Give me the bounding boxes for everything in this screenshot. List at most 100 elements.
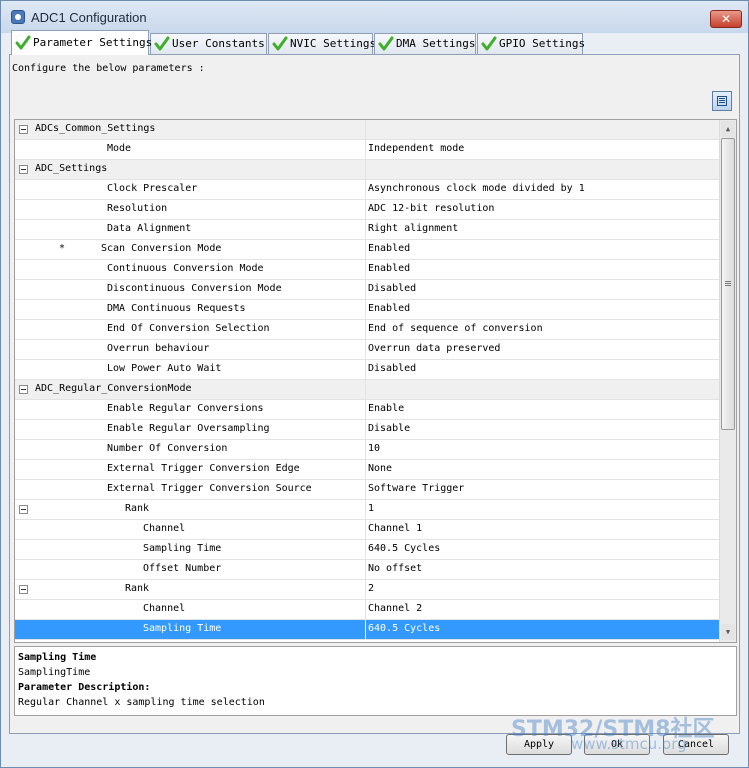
parameter-name: End Of Conversion Selection (107, 323, 270, 334)
title-bar: ADC1 Configuration ✕ (1, 1, 748, 33)
tab-user-constants[interactable]: User Constants (150, 33, 267, 54)
parameter-value[interactable]: Enabled (368, 263, 410, 274)
parameter-value[interactable]: Software Trigger (368, 483, 464, 494)
parameter-value[interactable]: Disable (368, 423, 410, 434)
parameter-name: Rank (125, 503, 150, 514)
tree-param-row[interactable]: Resolution ADC 12-bit resolution (15, 200, 719, 220)
tree-param-row[interactable]: Discontinuous Conversion Mode Disabled (15, 280, 719, 300)
tree-param-row[interactable]: Rank 1 (15, 500, 719, 520)
collapse-icon[interactable] (19, 585, 28, 594)
tree-param-row[interactable]: End Of Conversion Selection End of sequen… (15, 320, 719, 340)
tree-param-row[interactable]: Channel Channel 1 (15, 520, 719, 540)
scroll-down-icon[interactable]: ▼ (721, 624, 735, 640)
view-mode-button[interactable] (712, 91, 732, 111)
parameter-value[interactable]: Channel 1 (368, 523, 422, 534)
parameter-name: ADCs_Common_Settings (35, 123, 156, 134)
name-cell: Enable Regular Conversions (15, 400, 366, 419)
tab-nvic-settings[interactable]: NVIC Settings (268, 33, 377, 54)
parameter-value[interactable]: 2 (368, 583, 374, 594)
parameter-value[interactable]: No offset (368, 563, 422, 574)
parameter-value[interactable]: Disabled (368, 363, 416, 374)
parameter-value[interactable]: Disabled (368, 283, 416, 294)
parameter-name: Discontinuous Conversion Mode (107, 283, 282, 294)
close-button[interactable]: ✕ (710, 10, 742, 28)
check-icon (272, 36, 288, 51)
tree-param-row[interactable]: Enable Regular Oversampling Disable (15, 420, 719, 440)
parameter-value[interactable]: Enabled (368, 243, 410, 254)
tree-param-row[interactable]: External Trigger Conversion Edge None (15, 460, 719, 480)
tree-param-row[interactable]: Mode Independent mode (15, 140, 719, 160)
parameter-value[interactable]: 1 (368, 503, 374, 514)
parameter-name: Clock Prescaler (107, 183, 198, 194)
scroll-up-icon[interactable]: ▲ (721, 121, 735, 137)
parameter-value[interactable]: Enabled (368, 303, 410, 314)
tab-label: DMA Settings (396, 37, 476, 50)
tree-param-row[interactable]: Clock Prescaler Asynchronous clock mode d… (15, 180, 719, 200)
tree-param-row[interactable]: Offset Number No offset (15, 560, 719, 580)
parameter-value[interactable]: 10 (368, 443, 380, 454)
description-id: SamplingTime (18, 667, 91, 678)
tree-param-row[interactable]: Channel Channel 2 (15, 600, 719, 620)
name-cell: Clock Prescaler (15, 180, 366, 199)
adc1-configuration-dialog: ADC1 Configuration ✕ Parameter Settings U… (0, 0, 749, 768)
name-cell: Discontinuous Conversion Mode (15, 280, 366, 299)
tab-dma-settings[interactable]: DMA Settings (374, 33, 476, 54)
name-cell: External Trigger Conversion Edge (15, 460, 366, 479)
parameter-name: Resolution (107, 203, 168, 214)
parameter-value[interactable]: 640.5 Cycles (368, 543, 440, 554)
collapse-icon[interactable] (19, 505, 28, 514)
collapse-icon[interactable] (19, 165, 28, 174)
tree-param-row[interactable]: * Scan Conversion Mode Enabled (15, 240, 719, 260)
tree-group-row[interactable]: ADC_Settings (15, 160, 719, 180)
name-cell: Continuous Conversion Mode (15, 260, 366, 279)
name-cell: External Trigger Conversion Source (15, 480, 366, 499)
tree-param-row[interactable]: Data Alignment Right alignment (15, 220, 719, 240)
tab-parameter-settings[interactable]: Parameter Settings (11, 30, 152, 55)
tree-param-row[interactable]: Sampling Time 640.5 Cycles (15, 540, 719, 560)
app-icon (11, 10, 25, 24)
parameter-name: Overrun behaviour (107, 343, 210, 354)
parameter-value[interactable]: Enable (368, 403, 404, 414)
tree-param-row[interactable]: External Trigger Conversion Source Softwa… (15, 480, 719, 500)
parameter-value[interactable]: Overrun data preserved (368, 343, 500, 354)
parameter-name: Enable Regular Conversions (107, 403, 264, 414)
parameter-value[interactable]: 640.5 Cycles (368, 623, 440, 634)
name-cell: Channel (15, 520, 366, 539)
parameter-value[interactable]: None (368, 463, 392, 474)
tree-param-row[interactable]: Rank 2 (15, 580, 719, 600)
tree-param-row[interactable]: Enable Regular Conversions Enable (15, 400, 719, 420)
parameter-value[interactable]: ADC 12-bit resolution (368, 203, 494, 214)
name-cell: ADC_Settings (15, 160, 366, 179)
tree-group-row[interactable]: ADCs_Common_Settings (15, 120, 719, 140)
tree-param-row[interactable]: Number Of Conversion 10 (15, 440, 719, 460)
vertical-scrollbar[interactable]: ▲ ▼ (719, 120, 736, 642)
tree-param-row[interactable]: Overrun behaviour Overrun data preserved (15, 340, 719, 360)
parameter-name: Channel (143, 523, 186, 534)
parameter-name: Offset Number (143, 563, 222, 574)
tab-gpio-settings[interactable]: GPIO Settings (477, 33, 585, 54)
tree-param-row[interactable]: DMA Continuous Requests Enabled (15, 300, 719, 320)
name-cell: Sampling Time (15, 540, 366, 559)
name-cell: Low Power Auto Wait (15, 360, 366, 379)
tree-param-row[interactable]: Continuous Conversion Mode Enabled (15, 260, 719, 280)
name-cell: Number Of Conversion (15, 440, 366, 459)
tree-param-row[interactable]: Low Power Auto Wait Disabled (15, 360, 719, 380)
scrollbar-thumb[interactable] (721, 138, 735, 430)
parameter-name: DMA Continuous Requests (107, 303, 246, 314)
parameter-value[interactable]: Channel 2 (368, 603, 422, 614)
name-cell: Resolution (15, 200, 366, 219)
parameter-value[interactable]: Independent mode (368, 143, 464, 154)
tree-param-row[interactable]: Sampling Time 640.5 Cycles (15, 620, 719, 640)
parameter-value[interactable]: Right alignment (368, 223, 458, 234)
parameter-value[interactable]: End of sequence of conversion (368, 323, 543, 334)
window-title: ADC1 Configuration (31, 10, 147, 25)
tree-group-row[interactable]: ADC_Regular_ConversionMode (15, 380, 719, 400)
parameter-value[interactable]: Asynchronous clock mode divided by 1 (368, 183, 585, 194)
description-text: Regular Channel x sampling time selectio… (18, 697, 265, 708)
collapse-icon[interactable] (19, 125, 28, 134)
name-cell: Overrun behaviour (15, 340, 366, 359)
check-icon (154, 36, 170, 51)
parameter-name: Scan Conversion Mode (101, 243, 222, 254)
collapse-icon[interactable] (19, 385, 28, 394)
tab-label: NVIC Settings (290, 37, 377, 50)
